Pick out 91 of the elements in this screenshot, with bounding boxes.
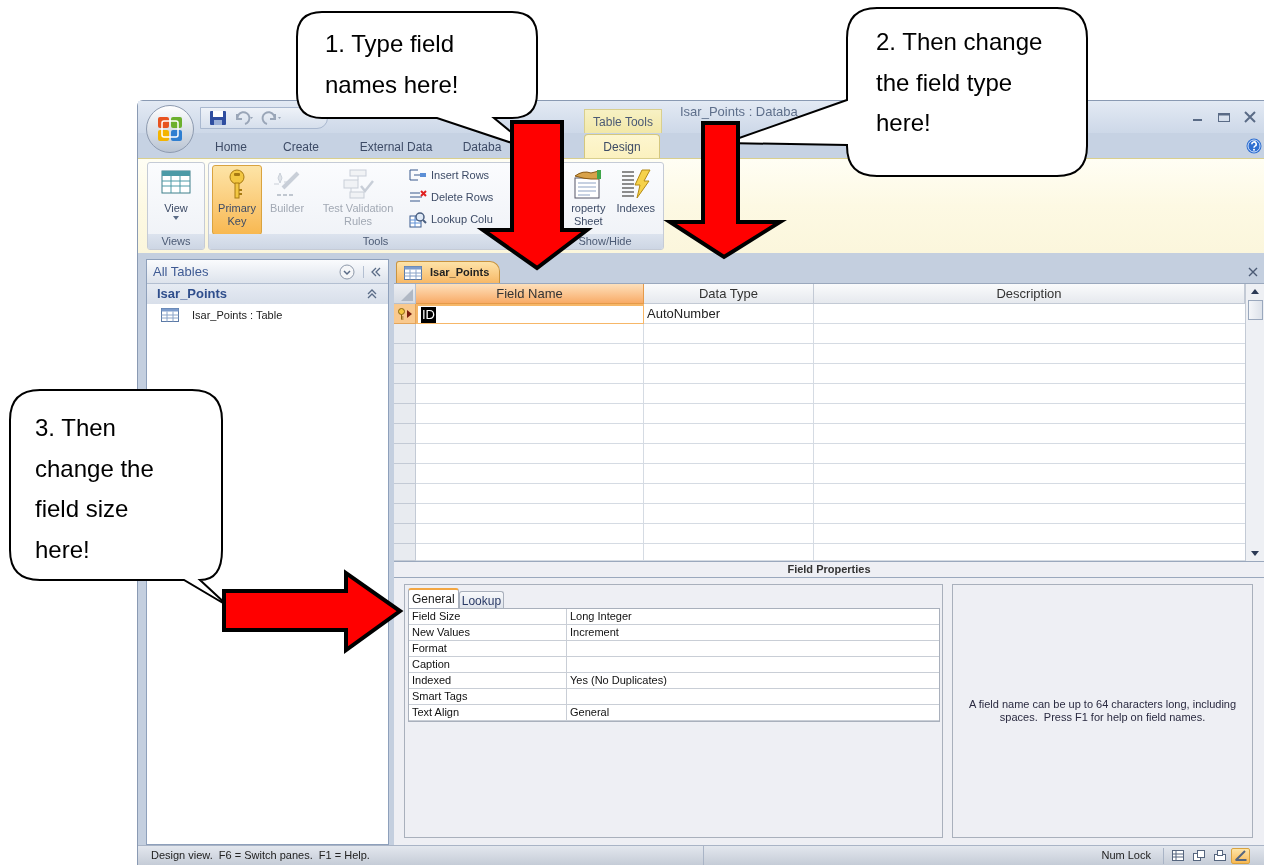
close-icon[interactable]	[1242, 110, 1258, 124]
nav-item[interactable]: Isar_Points : Table	[147, 304, 388, 326]
data-type-cell[interactable]	[644, 384, 814, 404]
property-name[interactable]: Format	[409, 641, 567, 656]
ribbon-button-icon	[409, 210, 427, 229]
data-type-cell[interactable]	[644, 344, 814, 364]
chevron-icon	[366, 288, 378, 300]
close-icon[interactable]	[1248, 267, 1258, 277]
ribbon-button[interactable]: Insert Rows	[409, 165, 494, 186]
data-type-cell[interactable]	[644, 524, 814, 544]
column-header[interactable]: Field Name	[416, 284, 644, 304]
property-tab[interactable]: General	[408, 588, 459, 608]
office-logo	[157, 116, 183, 142]
scroll-thumb[interactable]	[1247, 300, 1263, 320]
row-selector[interactable]	[394, 304, 416, 324]
property-name[interactable]: Caption	[409, 657, 567, 672]
view-icon	[1233, 849, 1248, 862]
field-name-cell[interactable]	[416, 384, 644, 404]
nav-pane-title: All Tables	[153, 262, 209, 281]
ribbon-button-icon	[619, 168, 652, 200]
vertical-scrollbar[interactable]	[1245, 284, 1264, 561]
ribbon-button[interactable]: Primary Key	[212, 165, 262, 235]
ribbon-group-label: Views	[148, 234, 204, 249]
field-name-cell[interactable]	[416, 344, 644, 364]
ribbon-button[interactable]: Delete Rows	[409, 187, 494, 208]
ribbon-tab[interactable]: Home	[200, 136, 262, 158]
status-indicator: Num Lock	[1101, 848, 1151, 864]
ribbon-tab[interactable]: External Data	[340, 136, 452, 158]
field-name-cell[interactable]	[416, 444, 644, 464]
data-type-cell[interactable]	[644, 484, 814, 504]
data-type-cell[interactable]	[644, 424, 814, 444]
data-type-cell[interactable]	[644, 464, 814, 484]
field-name-cell[interactable]	[416, 404, 644, 424]
data-type-cell[interactable]	[644, 324, 814, 344]
window-title: Isar_Points : Databa	[680, 105, 798, 119]
data-type-cell[interactable]	[644, 504, 814, 524]
property-name[interactable]: Field Size	[409, 609, 567, 624]
field-name-cell[interactable]: ID	[416, 304, 644, 324]
property-name[interactable]: Indexed	[409, 673, 567, 688]
help-icon[interactable]	[1246, 138, 1262, 154]
data-type-cell[interactable]	[644, 404, 814, 424]
table-icon	[404, 265, 422, 280]
data-type-cell[interactable]	[644, 364, 814, 384]
ribbon-button[interactable]: Indexes	[611, 165, 660, 235]
corner-triangle-icon	[401, 289, 413, 301]
redo-icon[interactable]	[261, 110, 283, 126]
ribbon-button[interactable]: View	[151, 165, 201, 235]
property-value-field[interactable]: Yes (No Duplicates)	[567, 673, 939, 688]
table-icon	[161, 308, 179, 322]
column-header[interactable]: Data Type	[644, 284, 814, 304]
field-name-cell[interactable]	[416, 464, 644, 484]
column-header[interactable]: Description	[814, 284, 1245, 304]
property-value-field[interactable]: General	[567, 705, 939, 720]
ribbon-tab[interactable]: Design	[584, 134, 660, 158]
property-value-field[interactable]: Long Integer	[567, 609, 939, 624]
nav-group-header[interactable]: Isar_Points	[147, 284, 388, 304]
view-icon	[1212, 849, 1227, 862]
field-name-cell[interactable]	[416, 324, 644, 344]
field-name-cell[interactable]	[416, 504, 644, 524]
property-name[interactable]: Text Align	[409, 705, 567, 720]
field-name-cell[interactable]	[416, 424, 644, 444]
help-text: A field name can be up to 64 characters long, including spaces. Press F1 for help on field names.	[967, 698, 1238, 724]
view-icon	[1170, 849, 1185, 862]
callout-text: 2. Then change the field type here!	[876, 27, 1044, 138]
data-type-cell[interactable]: AutoNumber	[644, 304, 814, 324]
save-icon[interactable]	[209, 110, 227, 126]
property-name[interactable]: New Values	[409, 625, 567, 640]
field-name-cell[interactable]	[416, 364, 644, 384]
ribbon-button-icon	[342, 168, 374, 200]
view-button[interactable]	[1231, 847, 1250, 864]
field-name-cell[interactable]	[416, 524, 644, 544]
dropdown-icon[interactable]	[339, 263, 355, 280]
view-icon	[1191, 849, 1206, 862]
maximize-icon[interactable]	[1216, 110, 1232, 124]
current-row-icon	[406, 309, 412, 318]
document-tab[interactable]: Isar_Points	[396, 261, 500, 283]
callout-text: 3. Then change the field size here!	[35, 413, 155, 565]
property-name[interactable]: Smart Tags	[409, 689, 567, 704]
field-name-cell[interactable]	[416, 484, 644, 504]
section-title: Field Properties	[394, 561, 1264, 578]
callout-text: 1. Type field names here!	[325, 29, 460, 100]
property-tab[interactable]: Lookup	[458, 591, 505, 608]
contextual-tab-label: Table Tools	[584, 109, 662, 133]
ribbon-tab[interactable]: Create	[262, 136, 340, 158]
collapse-pane-icon[interactable]	[370, 265, 382, 278]
status-message: Design view. F6 = Switch panes. F1 = Help.	[138, 846, 704, 865]
undo-icon[interactable]	[233, 110, 255, 126]
key-icon	[397, 307, 406, 320]
property-value-field[interactable]: Increment	[567, 625, 939, 640]
ribbon-tab[interactable]: Databa	[452, 136, 512, 158]
data-type-cell[interactable]	[644, 444, 814, 464]
